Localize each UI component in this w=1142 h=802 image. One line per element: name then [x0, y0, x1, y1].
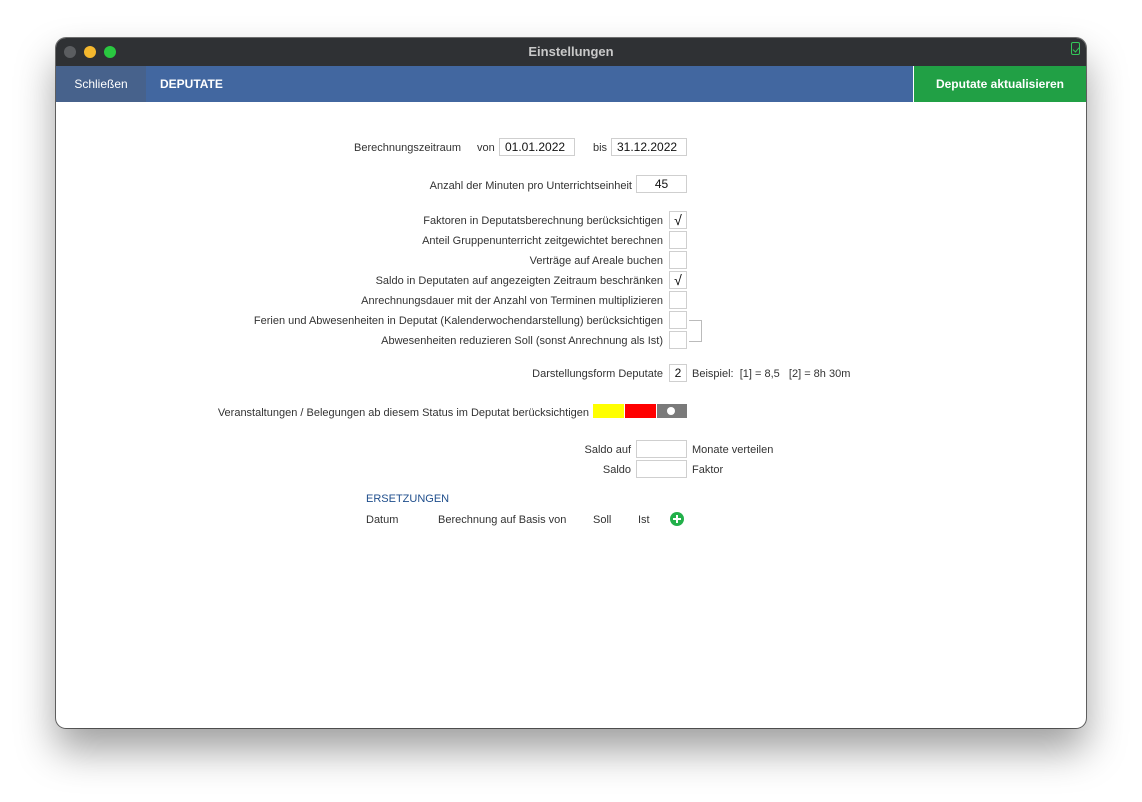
- option-label: Saldo in Deputaten auf angezeigten Zeitr…: [375, 275, 663, 287]
- period-to-input[interactable]: [611, 138, 687, 156]
- saldo-factor-label: Saldo: [602, 464, 631, 476]
- display-form-input[interactable]: [669, 364, 687, 382]
- option-label: Anrechnungsdauer mit der Anzahl von Term…: [361, 295, 663, 307]
- period-label: Berechnungszeitraum: [354, 142, 462, 154]
- window-title: Einstellungen: [528, 44, 614, 59]
- replacements-column-target: Soll: [593, 514, 612, 526]
- check-mark-icon: √: [674, 212, 682, 228]
- saldo-factor-input[interactable]: [636, 460, 687, 478]
- toggle-knob-icon: [667, 407, 675, 415]
- section-title: DEPUTATE: [160, 77, 223, 91]
- replacements-column-actual: Ist: [638, 514, 650, 526]
- option-label: Anteil Gruppenunterricht zeitgewichtet b…: [422, 235, 663, 247]
- check-mark-icon: √: [674, 272, 682, 288]
- title-bar: Einstellungen: [56, 38, 1086, 66]
- replacements-column-date: Datum: [366, 514, 399, 526]
- settings-window: Einstellungen Schließen DEPUTATE Deputat…: [56, 38, 1086, 728]
- option-checkbox-absences-reduce[interactable]: [669, 331, 687, 349]
- option-label: Abwesenheiten reduzieren Soll (sonst Anr…: [381, 335, 663, 347]
- document-check-icon: [1071, 42, 1080, 55]
- saldo-distribute-label: Saldo auf: [584, 444, 631, 456]
- status-swatch-yellow[interactable]: [593, 404, 624, 418]
- period-from-label: von: [477, 142, 495, 154]
- saldo-factor-suffix: Faktor: [692, 464, 724, 476]
- replacements-title: ERSETZUNGEN: [366, 493, 450, 505]
- settings-form: Berechnungszeitraum von bis Anzahl der M…: [56, 102, 1086, 728]
- saldo-months-suffix: Monate verteilen: [692, 444, 774, 456]
- period-to-label: bis: [593, 142, 608, 154]
- option-checkbox-limit-saldo[interactable]: √: [669, 271, 687, 289]
- option-checkbox-holidays[interactable]: [669, 311, 687, 329]
- close-button[interactable]: Schließen: [56, 66, 146, 102]
- replacements-column-basis: Berechnung auf Basis von: [438, 514, 567, 526]
- option-checkbox-factors[interactable]: √: [669, 211, 687, 229]
- minutes-label: Anzahl der Minuten pro Unterrichtseinhei…: [429, 180, 632, 192]
- status-label: Veranstaltungen / Belegungen ab diesem S…: [217, 407, 589, 419]
- option-checkbox-group-lessons[interactable]: [669, 231, 687, 249]
- minutes-input[interactable]: [636, 175, 687, 193]
- update-deputate-button[interactable]: Deputate aktualisieren: [913, 66, 1086, 102]
- saldo-months-input[interactable]: [636, 440, 687, 458]
- option-label: Ferien und Abwesenheiten in Deputat (Kal…: [253, 315, 663, 327]
- toolbar: Schließen DEPUTATE Deputate aktualisiere…: [56, 66, 1086, 102]
- period-from-input[interactable]: [499, 138, 575, 156]
- option-label: Verträge auf Areale buchen: [529, 255, 663, 267]
- add-replacement-icon[interactable]: [670, 512, 684, 526]
- display-form-label: Darstellungsform Deputate: [532, 368, 663, 380]
- option-checkbox-multiply-duration[interactable]: [669, 291, 687, 309]
- linked-options-bracket: [689, 320, 702, 342]
- option-label: Faktoren in Deputatsberechnung berücksic…: [423, 215, 663, 227]
- status-toggle[interactable]: [657, 404, 687, 418]
- status-swatch-red[interactable]: [625, 404, 656, 418]
- display-form-example: Beispiel: [1] = 8,5 [2] = 8h 30m: [692, 368, 851, 380]
- option-checkbox-contracts-areas[interactable]: [669, 251, 687, 269]
